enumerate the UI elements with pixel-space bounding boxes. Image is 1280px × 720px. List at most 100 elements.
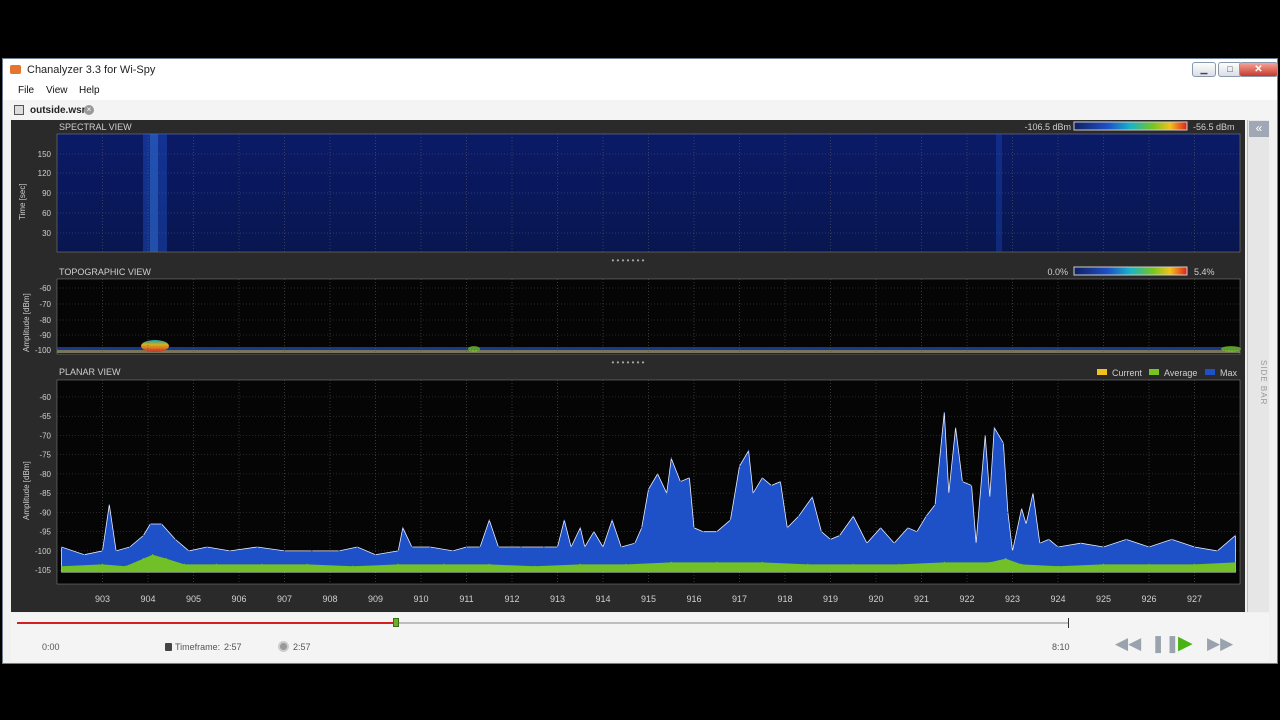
planar-ytick: -60: [39, 393, 51, 402]
side-bar: « SIDE BAR: [1247, 120, 1269, 612]
max-data-point: [402, 527, 404, 529]
time-end: 8:10: [1052, 642, 1070, 652]
x-tick-label: 904: [140, 594, 155, 604]
max-data-point: [611, 519, 613, 521]
max-data-point: [666, 492, 668, 494]
planar-ytick: -65: [39, 412, 51, 421]
file-icon: [14, 105, 24, 115]
x-tick-label: 919: [823, 594, 838, 604]
max-data-point: [786, 527, 788, 529]
sidebar-label[interactable]: SIDE BAR: [1250, 360, 1268, 405]
max-data-point: [1171, 538, 1173, 540]
tab-close-icon[interactable]: ×: [84, 105, 94, 115]
legend-max-label: Max: [1220, 368, 1238, 378]
average-data-point: [215, 563, 217, 565]
average-data-point: [397, 563, 399, 565]
topographic-hotspot-904: [141, 340, 169, 352]
max-data-point: [779, 481, 782, 483]
legend-max-swatch: [1205, 369, 1215, 375]
minimize-icon[interactable]: ▁: [1192, 62, 1216, 77]
rewind-icon[interactable]: ◀◀: [1115, 635, 1141, 653]
max-data-point: [374, 554, 377, 556]
clock-icon[interactable]: [278, 641, 289, 652]
max-data-point: [1039, 542, 1041, 544]
menu-file[interactable]: File: [18, 85, 34, 96]
x-tick-label: 914: [595, 594, 610, 604]
max-data-point: [752, 492, 754, 494]
x-tick-label: 909: [368, 594, 383, 604]
menu-help[interactable]: Help: [79, 85, 100, 96]
max-data-point: [679, 481, 682, 483]
average-data-point: [1148, 563, 1150, 565]
average-data-point: [1057, 565, 1059, 567]
timeline-handle[interactable]: [392, 618, 399, 627]
app-window: Chanalyzer 3.3 for Wi-Spy ▁ □ ✕ File Vie…: [2, 58, 1278, 664]
max-data-point: [497, 546, 499, 548]
max-data-point: [761, 477, 763, 479]
close-icon[interactable]: ✕: [1239, 62, 1278, 77]
x-tick-label: 916: [686, 594, 701, 604]
file-tab[interactable]: outside.wsr: [30, 105, 86, 116]
max-data-point: [570, 546, 572, 548]
max-data-point: [893, 542, 895, 544]
average-data-point: [61, 565, 63, 567]
max-data-point: [479, 546, 481, 548]
planar-ytick: -70: [39, 431, 51, 440]
frequency-axis: 903 904 905 906 907 908 909 910 911 912 913 914 915 9…: [95, 594, 1202, 604]
max-data-point: [770, 484, 773, 487]
max-data-point: [563, 519, 565, 521]
fast-forward-icon[interactable]: ▶▶: [1207, 635, 1233, 653]
planar-ytick: -100: [35, 547, 52, 556]
topographic-ytick: -70: [39, 300, 51, 309]
average-data-point: [443, 563, 445, 565]
spectral-scale-max: -56.5 dBm: [1193, 122, 1235, 132]
spectral-resize-handle[interactable]: • • • • • • •: [612, 256, 645, 265]
max-data-point: [161, 523, 163, 525]
topographic-hotspot-911: [468, 346, 480, 352]
pause-icon[interactable]: ❚❚: [1151, 635, 1180, 653]
max-data-point: [1011, 550, 1014, 552]
lock-icon[interactable]: [165, 643, 172, 651]
max-data-point: [602, 546, 604, 548]
analyzer-panel: SPECTRAL VIEW -106.5 dBm -56.5 dBm Time …: [11, 120, 1245, 612]
max-data-point: [206, 546, 208, 548]
max-data-point: [83, 554, 85, 556]
max-data-point: [1125, 538, 1127, 540]
planar-ytick: -95: [39, 528, 51, 537]
sidebar-collapse-button[interactable]: «: [1249, 121, 1269, 137]
x-tick-label: 926: [1141, 594, 1156, 604]
current-position: 2:57: [293, 642, 311, 652]
spectral-ylabel: Time [sec]: [18, 183, 27, 220]
planar-ytick: -105: [35, 566, 52, 575]
max-data-point: [429, 546, 431, 548]
max-data-point: [397, 550, 399, 552]
max-data-point: [452, 550, 454, 552]
legend-average-label: Average: [1164, 368, 1197, 378]
spectral-title: SPECTRAL VIEW: [59, 122, 132, 132]
topographic-resize-handle[interactable]: • • • • • • •: [612, 358, 645, 367]
file-tab-bar: outside.wsr ×: [3, 100, 1277, 120]
max-data-point: [955, 427, 957, 429]
analyzer-graphs: SPECTRAL VIEW -106.5 dBm -56.5 dBm Time …: [18, 121, 1241, 604]
planar-ytick: -75: [39, 451, 51, 460]
max-data-point: [1032, 492, 1034, 494]
max-data-point: [907, 527, 909, 529]
max-data-point: [657, 473, 659, 475]
timeframe-label: Timeframe:: [175, 642, 221, 652]
time-start: 0:00: [42, 642, 60, 652]
max-data-point: [925, 515, 927, 517]
x-tick-label: 910: [413, 594, 428, 604]
x-tick-label: 907: [277, 594, 292, 604]
max-data-point: [993, 427, 995, 429]
max-data-point: [61, 546, 63, 548]
max-data-point: [852, 515, 854, 517]
max-data-point: [798, 515, 800, 517]
play-icon[interactable]: ▶: [1178, 634, 1193, 653]
planar-ylabel: Amplitude [dBm]: [22, 461, 31, 520]
menu-view[interactable]: View: [46, 85, 68, 96]
planar-ytick: -80: [39, 470, 51, 479]
max-data-point: [670, 457, 672, 460]
average-data-point: [807, 563, 809, 565]
topographic-yticks: -60 -70 -80 -90 -100: [35, 284, 52, 355]
x-tick-label: 924: [1050, 594, 1065, 604]
